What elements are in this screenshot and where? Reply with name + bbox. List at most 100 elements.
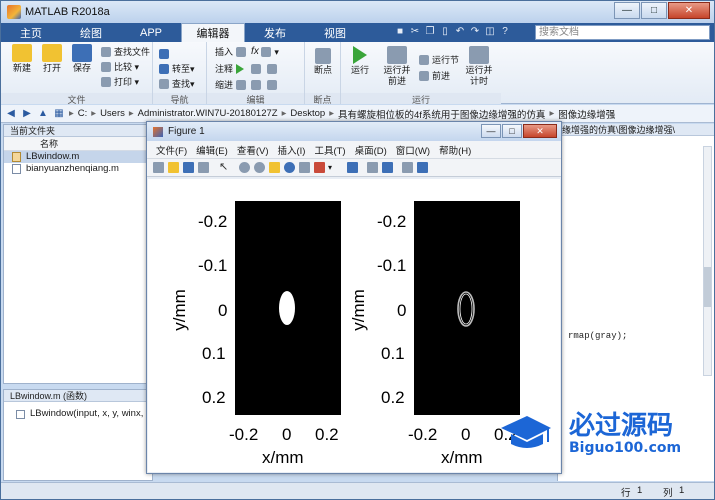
plot-1-xtick: -0.2	[229, 425, 259, 444]
tab-view[interactable]: 视图	[305, 23, 365, 42]
close-button[interactable]: ✕	[668, 2, 710, 19]
plot-1-axes[interactable]	[235, 201, 341, 415]
plot-2-axes[interactable]	[414, 201, 520, 415]
forward-icon[interactable]: ▶	[21, 108, 33, 120]
tab-plots[interactable]: 绘图	[61, 23, 121, 42]
pointer-icon[interactable]: ↖	[219, 162, 230, 173]
undo-icon[interactable]: ↶	[454, 26, 466, 38]
breakpoints-button[interactable]: 断点	[308, 48, 338, 76]
menu-help[interactable]: 帮助(H)	[439, 143, 471, 157]
plot-2-ytick: 0.2	[381, 388, 405, 407]
figure-maximize-button[interactable]: □	[502, 124, 522, 138]
path-separator: ▸	[91, 108, 97, 119]
file-list-item[interactable]: bianyuanzhenqiang.m	[4, 163, 152, 175]
browse-folder-icon[interactable]: ▦	[53, 108, 65, 120]
print-button[interactable]: 打印 ▾	[101, 76, 139, 88]
figure-close-button[interactable]: ✕	[523, 124, 557, 138]
save-button[interactable]: 保存	[67, 44, 97, 74]
new-button[interactable]: 新建	[7, 44, 37, 74]
fx-icon[interactable]: fx	[251, 46, 259, 58]
breakpoint-icon	[315, 48, 331, 64]
brush-dropdown-icon[interactable]: ▾	[328, 162, 339, 173]
print-figure-icon[interactable]	[198, 162, 209, 173]
save-icon[interactable]: ■	[394, 26, 406, 38]
data-cursor-icon[interactable]	[299, 162, 310, 173]
name-column-header[interactable]: 名称	[4, 137, 152, 151]
rotate-3d-icon[interactable]	[284, 162, 295, 173]
open-file-icon[interactable]	[168, 162, 179, 173]
navigate-group: 转至 ▾ 查找 ▾ 导航	[153, 42, 207, 105]
file-list-item[interactable]: LBwindow.m	[4, 151, 152, 163]
menu-insert[interactable]: 插入(I)	[277, 143, 305, 157]
menu-view[interactable]: 查看(V)	[237, 143, 269, 157]
tab-apps[interactable]: APP	[121, 23, 181, 42]
help-icon[interactable]: ?	[499, 26, 511, 38]
run-section-icon	[419, 55, 429, 65]
path-segment[interactable]: C:	[78, 108, 88, 119]
path-segment[interactable]: 图像边缘增强	[558, 107, 615, 121]
goto-button[interactable]: 转至 ▾	[159, 63, 195, 75]
window-title: MATLAB R2018a	[25, 6, 110, 18]
paste-icon[interactable]: ▯	[439, 26, 451, 38]
scroll-thumb[interactable]	[704, 267, 711, 307]
tab-home[interactable]: 主页	[1, 23, 61, 42]
path-segment[interactable]: 具有螺旋相位板的4f系统用于图像边缘增强的仿真	[338, 107, 545, 121]
code-line[interactable]: rmap(gray);	[568, 331, 627, 341]
redo-icon[interactable]: ↷	[469, 26, 481, 38]
toolstrip: 新建 打开 保存 查找文件 比较 ▾ 打印 ▾ 文件 转至 ▾ 查找 ▾ 导航 插入…	[1, 42, 714, 105]
search-input[interactable]: 搜索文档	[535, 25, 710, 40]
new-figure-icon[interactable]	[153, 162, 164, 173]
figure-minimize-button[interactable]: —	[481, 124, 501, 138]
run-and-advance-button[interactable]: 运行并 前进	[379, 46, 415, 87]
editor-path-tab[interactable]: 缘增强的仿真\图像边缘增强\	[558, 124, 714, 136]
find-files-button[interactable]: 查找文件	[101, 46, 150, 58]
advance-button[interactable]: 前进	[419, 70, 450, 82]
zoom-in-icon[interactable]	[239, 162, 250, 173]
run-time-label-1: 运行并	[465, 65, 493, 75]
menu-edit[interactable]: 编辑(E)	[196, 143, 228, 157]
tab-publish[interactable]: 发布	[245, 23, 305, 42]
legend-icon[interactable]	[382, 162, 393, 173]
vertical-scrollbar[interactable]	[703, 146, 712, 376]
watermark-text-cn: 必过源码	[569, 411, 674, 441]
file-group-label: 文件	[1, 93, 152, 105]
path-segment[interactable]: Desktop	[290, 108, 325, 119]
back-icon[interactable]: ◀	[5, 108, 17, 120]
go-back-icon[interactable]	[159, 48, 172, 60]
play-icon	[350, 46, 370, 64]
find-button[interactable]: 查找 ▾	[159, 78, 195, 90]
colorbar-icon[interactable]	[367, 162, 378, 173]
insert-button[interactable]: 插入 fx ▾	[215, 46, 279, 58]
tab-editor[interactable]: 编辑器	[181, 23, 245, 42]
hide-plot-tools-icon[interactable]	[402, 162, 413, 173]
window-controls: — □ ✕	[613, 2, 710, 19]
menu-tools[interactable]: 工具(T)	[314, 143, 345, 157]
file-name: bianyuanzhenqiang.m	[26, 163, 119, 174]
menu-window[interactable]: 窗口(W)	[396, 143, 430, 157]
insert-icon	[235, 47, 246, 57]
cut-icon[interactable]: ✂	[409, 26, 421, 38]
menu-desktop[interactable]: 桌面(D)	[355, 143, 387, 157]
path-segment[interactable]: Users	[100, 108, 125, 119]
link-plot-icon[interactable]	[347, 162, 358, 173]
comment-button[interactable]: 注释	[215, 63, 280, 75]
copy-icon[interactable]: ❐	[424, 26, 436, 38]
show-plot-tools-icon[interactable]	[417, 162, 428, 173]
open-button[interactable]: 打开	[37, 44, 67, 74]
menu-file[interactable]: 文件(F)	[156, 143, 187, 157]
function-signature[interactable]: LBwindow(input, x, y, winx, ...	[4, 402, 152, 419]
path-segment[interactable]: Administrator.WIN7U-20180127Z	[138, 108, 278, 119]
brush-icon[interactable]	[314, 162, 325, 173]
indent-button[interactable]: 缩进	[215, 79, 280, 91]
compare-button[interactable]: 比较 ▾	[101, 61, 139, 73]
folder-up-icon[interactable]: ▲	[37, 108, 49, 120]
run-button[interactable]: 运行	[345, 46, 375, 76]
switch-windows-icon[interactable]: ◫	[484, 26, 496, 38]
save-figure-icon[interactable]	[183, 162, 194, 173]
pan-icon[interactable]	[269, 162, 280, 173]
maximize-button[interactable]: □	[641, 2, 667, 19]
minimize-button[interactable]: —	[614, 2, 640, 19]
run-section-button[interactable]: 运行节	[419, 54, 459, 66]
run-and-time-button[interactable]: 运行并 计时	[461, 46, 497, 87]
zoom-out-icon[interactable]	[254, 162, 265, 173]
